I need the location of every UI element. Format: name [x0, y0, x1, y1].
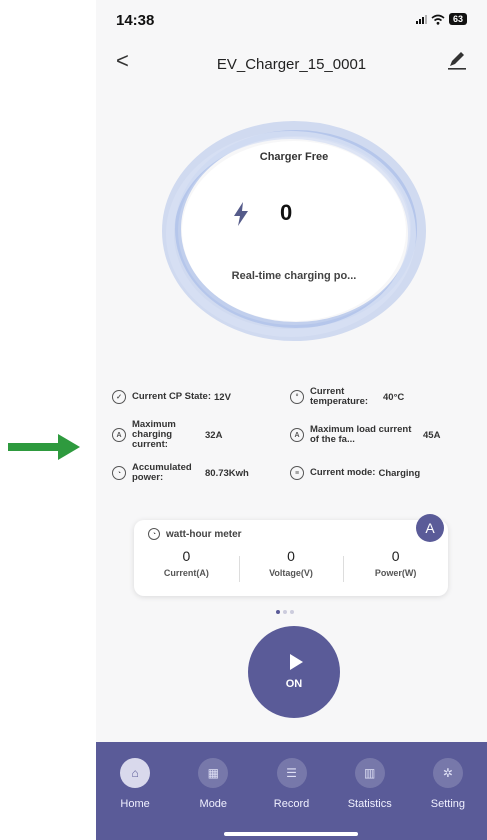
meter-icon: ◔ — [148, 528, 160, 540]
grid-icon: ▦ — [198, 758, 229, 788]
page-dot[interactable] — [283, 610, 287, 614]
chart-icon: ▥ — [354, 758, 385, 788]
max-current-value: 32A — [205, 429, 223, 441]
tab-label: Setting — [430, 798, 466, 810]
battery-icon: 63 — [448, 13, 467, 25]
power-value: 0 — [391, 548, 400, 564]
info-grid: ✓ Current CP State: 12V ° Current temper… — [112, 378, 472, 492]
voltage-unit: Voltage(V) — [269, 568, 313, 578]
phone-screen: 14:38 63 < EV_Charger_15_0001 Charger Fr… — [96, 0, 487, 840]
max-load-label: Maximum load current of the fa... — [310, 424, 412, 445]
play-icon — [289, 654, 303, 670]
temperature-value: 40°C — [383, 391, 405, 403]
temperature-label: Current temperature: — [310, 386, 369, 407]
wifi-icon — [431, 14, 445, 25]
page-dot[interactable] — [290, 610, 294, 614]
home-indicator — [224, 832, 358, 836]
accumulated-power-item: ◔ Accumulated power: 80.73Kwh — [112, 463, 290, 483]
power-reading: 0 Power(W) — [343, 548, 448, 582]
charger-state: Charger Free — [259, 151, 329, 163]
tab-label: Home — [120, 798, 150, 810]
tab-statistics[interactable]: ▥ Statistics — [331, 742, 409, 840]
meter-header: ◔ watt-hour meter — [148, 528, 242, 540]
cp-state-icon: ✓ — [112, 390, 126, 404]
edit-icon[interactable] — [445, 48, 469, 72]
meter-readings: 0 Current(A) 0 Voltage(V) 0 Power(W) — [134, 548, 448, 582]
status-time: 14:38 — [116, 12, 155, 29]
home-icon: ⌂ — [120, 758, 151, 788]
max-current-label: Maximum charging current: — [132, 419, 176, 450]
tab-record[interactable]: ☰ Record — [252, 742, 330, 840]
gear-icon: ✲ — [432, 758, 463, 788]
on-label: ON — [285, 678, 303, 690]
thermometer-icon: ° — [290, 390, 304, 404]
screen: 14:38 63 < EV_Charger_15_0001 Charger Fr… — [0, 0, 487, 840]
current-value: 0 — [182, 548, 191, 564]
tab-bar: ⌂ Home ▦ Mode ☰ Record ▥ Statistics ✲ Se… — [96, 742, 487, 840]
green-arrow-icon — [8, 434, 80, 460]
realtime-power-label: Real-time charging po... — [231, 270, 357, 282]
voltage-value: 0 — [287, 548, 295, 564]
temperature-item: ° Current temperature: 40°C — [290, 387, 472, 407]
current-mode-item: ≡ Current mode: Charging — [290, 466, 472, 480]
meter-badge[interactable]: A — [416, 514, 444, 542]
current-reading: 0 Current(A) — [134, 548, 239, 578]
accumulated-power-label: Accumulated power: — [132, 462, 192, 483]
bolt-icon — [234, 202, 248, 226]
power-unit: Power(W) — [374, 568, 417, 578]
signal-icon — [415, 14, 427, 24]
tab-mode[interactable]: ▦ Mode — [174, 742, 252, 840]
tab-label: Mode — [199, 798, 228, 810]
current-unit: Current(A) — [163, 568, 209, 578]
voltage-reading: 0 Voltage(V) — [238, 548, 344, 582]
tab-label: Record — [273, 798, 310, 810]
amp-icon: A — [290, 428, 304, 442]
cp-state-value: 12V — [214, 391, 231, 403]
meter-icon: ◔ — [112, 466, 126, 480]
cp-state-label: Current CP State: — [132, 391, 212, 402]
cp-state-item: ✓ Current CP State: 12V — [112, 390, 290, 404]
meter-title: watt-hour meter — [166, 528, 242, 540]
mode-icon: ≡ — [290, 466, 304, 480]
charging-power-value: 0 — [280, 200, 293, 225]
document-icon: ☰ — [276, 758, 307, 788]
max-current-item: A Maximum charging current: 32A — [112, 420, 290, 450]
page-dot-active[interactable] — [276, 610, 280, 614]
page-title: EV_Charger_15_0001 — [216, 56, 367, 73]
nav-bar: < EV_Charger_15_0001 — [96, 42, 487, 82]
max-load-item: A Maximum load current of the fa... 45A — [290, 425, 472, 445]
status-bar: 14:38 63 — [96, 0, 487, 40]
accumulated-power-value: 80.73Kwh — [205, 467, 249, 479]
tab-label: Statistics — [347, 798, 392, 810]
current-mode-label: Current mode: — [310, 467, 376, 478]
page-indicator[interactable] — [276, 610, 294, 614]
charging-gauge: Charger Free 0 Real-time charging po... — [160, 120, 428, 342]
tab-setting[interactable]: ✲ Setting — [409, 742, 487, 840]
current-mode-value: Charging — [378, 467, 421, 479]
on-button[interactable]: ON — [248, 626, 340, 718]
amp-icon: A — [112, 428, 126, 442]
status-icons: 63 — [415, 13, 467, 25]
tab-home[interactable]: ⌂ Home — [96, 742, 174, 840]
watt-hour-meter-card[interactable]: ◔ watt-hour meter A 0 Current(A) 0 Volta… — [134, 514, 448, 596]
max-load-value: 45A — [423, 429, 441, 441]
